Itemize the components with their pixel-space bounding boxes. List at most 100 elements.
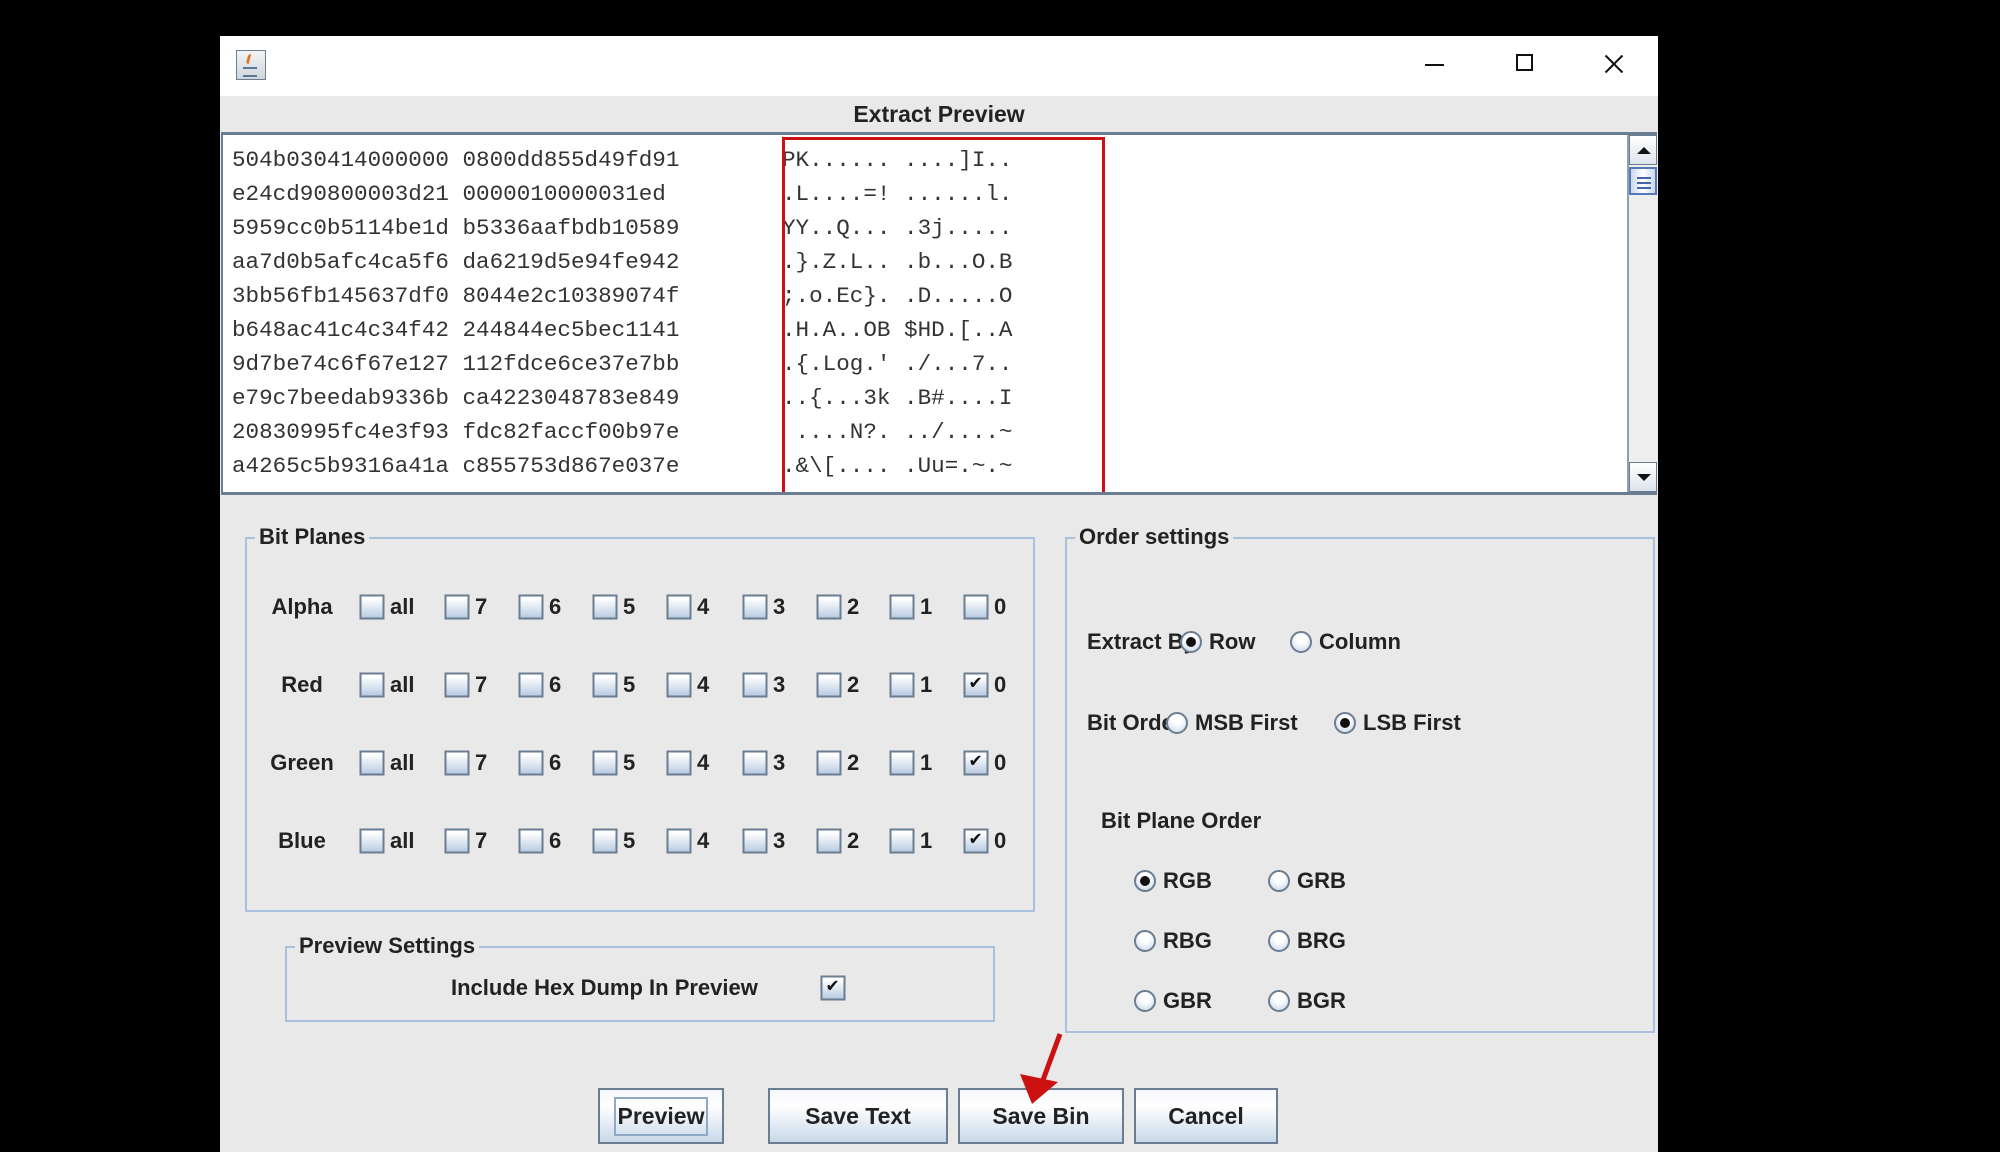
bit-label[interactable]: 6	[549, 594, 561, 620]
bit-label[interactable]: 7	[475, 594, 487, 620]
bit-label[interactable]: 0	[994, 594, 1006, 620]
blue-bit-7-checkbox[interactable]	[444, 828, 470, 854]
order-rbg-label[interactable]: RBG	[1163, 928, 1212, 954]
alpha-bit-6-checkbox[interactable]	[518, 594, 544, 620]
bit-label[interactable]: 1	[920, 594, 932, 620]
extract-by-row-label[interactable]: Row	[1209, 629, 1255, 655]
bit-label[interactable]: 2	[847, 672, 859, 698]
bit-label[interactable]: 7	[475, 750, 487, 776]
red-bit-1-checkbox[interactable]	[889, 672, 915, 698]
extract-by-row-radio[interactable]	[1180, 631, 1202, 653]
order-rgb-label[interactable]: RGB	[1163, 868, 1212, 894]
bit-label[interactable]: all	[390, 828, 414, 854]
cancel-button[interactable]: Cancel	[1134, 1088, 1278, 1144]
preview-text-area[interactable]: 504b030414000000 0800dd855d49fd91 PK.....…	[221, 132, 1657, 495]
green-bit-7-checkbox[interactable]	[444, 750, 470, 776]
bit-label[interactable]: all	[390, 750, 414, 776]
msb-first-label[interactable]: MSB First	[1195, 710, 1298, 736]
alpha-bit-5-checkbox[interactable]	[592, 594, 618, 620]
green-bit-all-checkbox[interactable]	[359, 750, 385, 776]
blue-bit-5-checkbox[interactable]	[592, 828, 618, 854]
order-rgb-radio[interactable]	[1134, 870, 1156, 892]
extract-by-column-label[interactable]: Column	[1319, 629, 1401, 655]
include-hex-dump-checkbox[interactable]	[820, 975, 846, 1001]
order-rbg-radio[interactable]	[1134, 930, 1156, 952]
bit-label[interactable]: 1	[920, 828, 932, 854]
bit-label[interactable]: 5	[623, 750, 635, 776]
bit-label[interactable]: 3	[773, 594, 785, 620]
bit-label[interactable]: 3	[773, 672, 785, 698]
scroll-thumb[interactable]	[1629, 167, 1657, 195]
red-bit-5-checkbox[interactable]	[592, 672, 618, 698]
order-brg-label[interactable]: BRG	[1297, 928, 1346, 954]
order-brg-radio[interactable]	[1268, 930, 1290, 952]
bit-label[interactable]: 2	[847, 750, 859, 776]
red-bit-7-checkbox[interactable]	[444, 672, 470, 698]
red-bit-4-checkbox[interactable]	[666, 672, 692, 698]
alpha-bit-1-checkbox[interactable]	[889, 594, 915, 620]
bit-label[interactable]: 4	[697, 594, 709, 620]
red-bit-0-checkbox[interactable]	[963, 672, 989, 698]
bit-label[interactable]: 0	[994, 828, 1006, 854]
red-bit-6-checkbox[interactable]	[518, 672, 544, 698]
bit-label[interactable]: 6	[549, 828, 561, 854]
bit-label[interactable]: 4	[697, 672, 709, 698]
order-bgr-label[interactable]: BGR	[1297, 988, 1346, 1014]
blue-bit-all-checkbox[interactable]	[359, 828, 385, 854]
blue-bit-4-checkbox[interactable]	[666, 828, 692, 854]
vertical-scrollbar[interactable]	[1627, 135, 1657, 492]
order-grb-radio[interactable]	[1268, 870, 1290, 892]
green-bit-0-checkbox[interactable]	[963, 750, 989, 776]
bit-label[interactable]: 1	[920, 750, 932, 776]
blue-bit-1-checkbox[interactable]	[889, 828, 915, 854]
blue-bit-0-checkbox[interactable]	[963, 828, 989, 854]
order-bgr-radio[interactable]	[1268, 990, 1290, 1012]
bit-label[interactable]: 6	[549, 750, 561, 776]
green-bit-2-checkbox[interactable]	[816, 750, 842, 776]
bit-label[interactable]: all	[390, 672, 414, 698]
blue-bit-6-checkbox[interactable]	[518, 828, 544, 854]
alpha-bit-3-checkbox[interactable]	[742, 594, 768, 620]
alpha-bit-all-checkbox[interactable]	[359, 594, 385, 620]
order-gbr-radio[interactable]	[1134, 990, 1156, 1012]
lsb-first-radio[interactable]	[1334, 712, 1356, 734]
bit-label[interactable]: 7	[475, 672, 487, 698]
scroll-up-icon[interactable]	[1629, 135, 1657, 165]
maximize-icon[interactable]	[1504, 46, 1544, 82]
save-bin-button[interactable]: Save Bin	[958, 1088, 1124, 1144]
bit-label[interactable]: all	[390, 594, 414, 620]
bit-label[interactable]: 5	[623, 672, 635, 698]
green-bit-4-checkbox[interactable]	[666, 750, 692, 776]
extract-by-column-radio[interactable]	[1290, 631, 1312, 653]
blue-bit-3-checkbox[interactable]	[742, 828, 768, 854]
green-bit-1-checkbox[interactable]	[889, 750, 915, 776]
bit-label[interactable]: 0	[994, 672, 1006, 698]
preview-button[interactable]: Preview	[598, 1088, 724, 1144]
bit-label[interactable]: 6	[549, 672, 561, 698]
blue-bit-2-checkbox[interactable]	[816, 828, 842, 854]
order-grb-label[interactable]: GRB	[1297, 868, 1346, 894]
green-bit-3-checkbox[interactable]	[742, 750, 768, 776]
alpha-bit-7-checkbox[interactable]	[444, 594, 470, 620]
bit-label[interactable]: 3	[773, 828, 785, 854]
bit-label[interactable]: 4	[697, 828, 709, 854]
minimize-icon[interactable]	[1413, 46, 1453, 82]
alpha-bit-0-checkbox[interactable]	[963, 594, 989, 620]
bit-label[interactable]: 4	[697, 750, 709, 776]
red-bit-3-checkbox[interactable]	[742, 672, 768, 698]
green-bit-5-checkbox[interactable]	[592, 750, 618, 776]
bit-label[interactable]: 5	[623, 594, 635, 620]
lsb-first-label[interactable]: LSB First	[1363, 710, 1461, 736]
bit-label[interactable]: 0	[994, 750, 1006, 776]
alpha-bit-4-checkbox[interactable]	[666, 594, 692, 620]
bit-label[interactable]: 7	[475, 828, 487, 854]
red-bit-all-checkbox[interactable]	[359, 672, 385, 698]
order-gbr-label[interactable]: GBR	[1163, 988, 1212, 1014]
close-icon[interactable]	[1594, 46, 1634, 82]
bit-label[interactable]: 3	[773, 750, 785, 776]
msb-first-radio[interactable]	[1166, 712, 1188, 734]
scroll-down-icon[interactable]	[1629, 462, 1657, 492]
red-bit-2-checkbox[interactable]	[816, 672, 842, 698]
bit-label[interactable]: 2	[847, 828, 859, 854]
bit-label[interactable]: 2	[847, 594, 859, 620]
